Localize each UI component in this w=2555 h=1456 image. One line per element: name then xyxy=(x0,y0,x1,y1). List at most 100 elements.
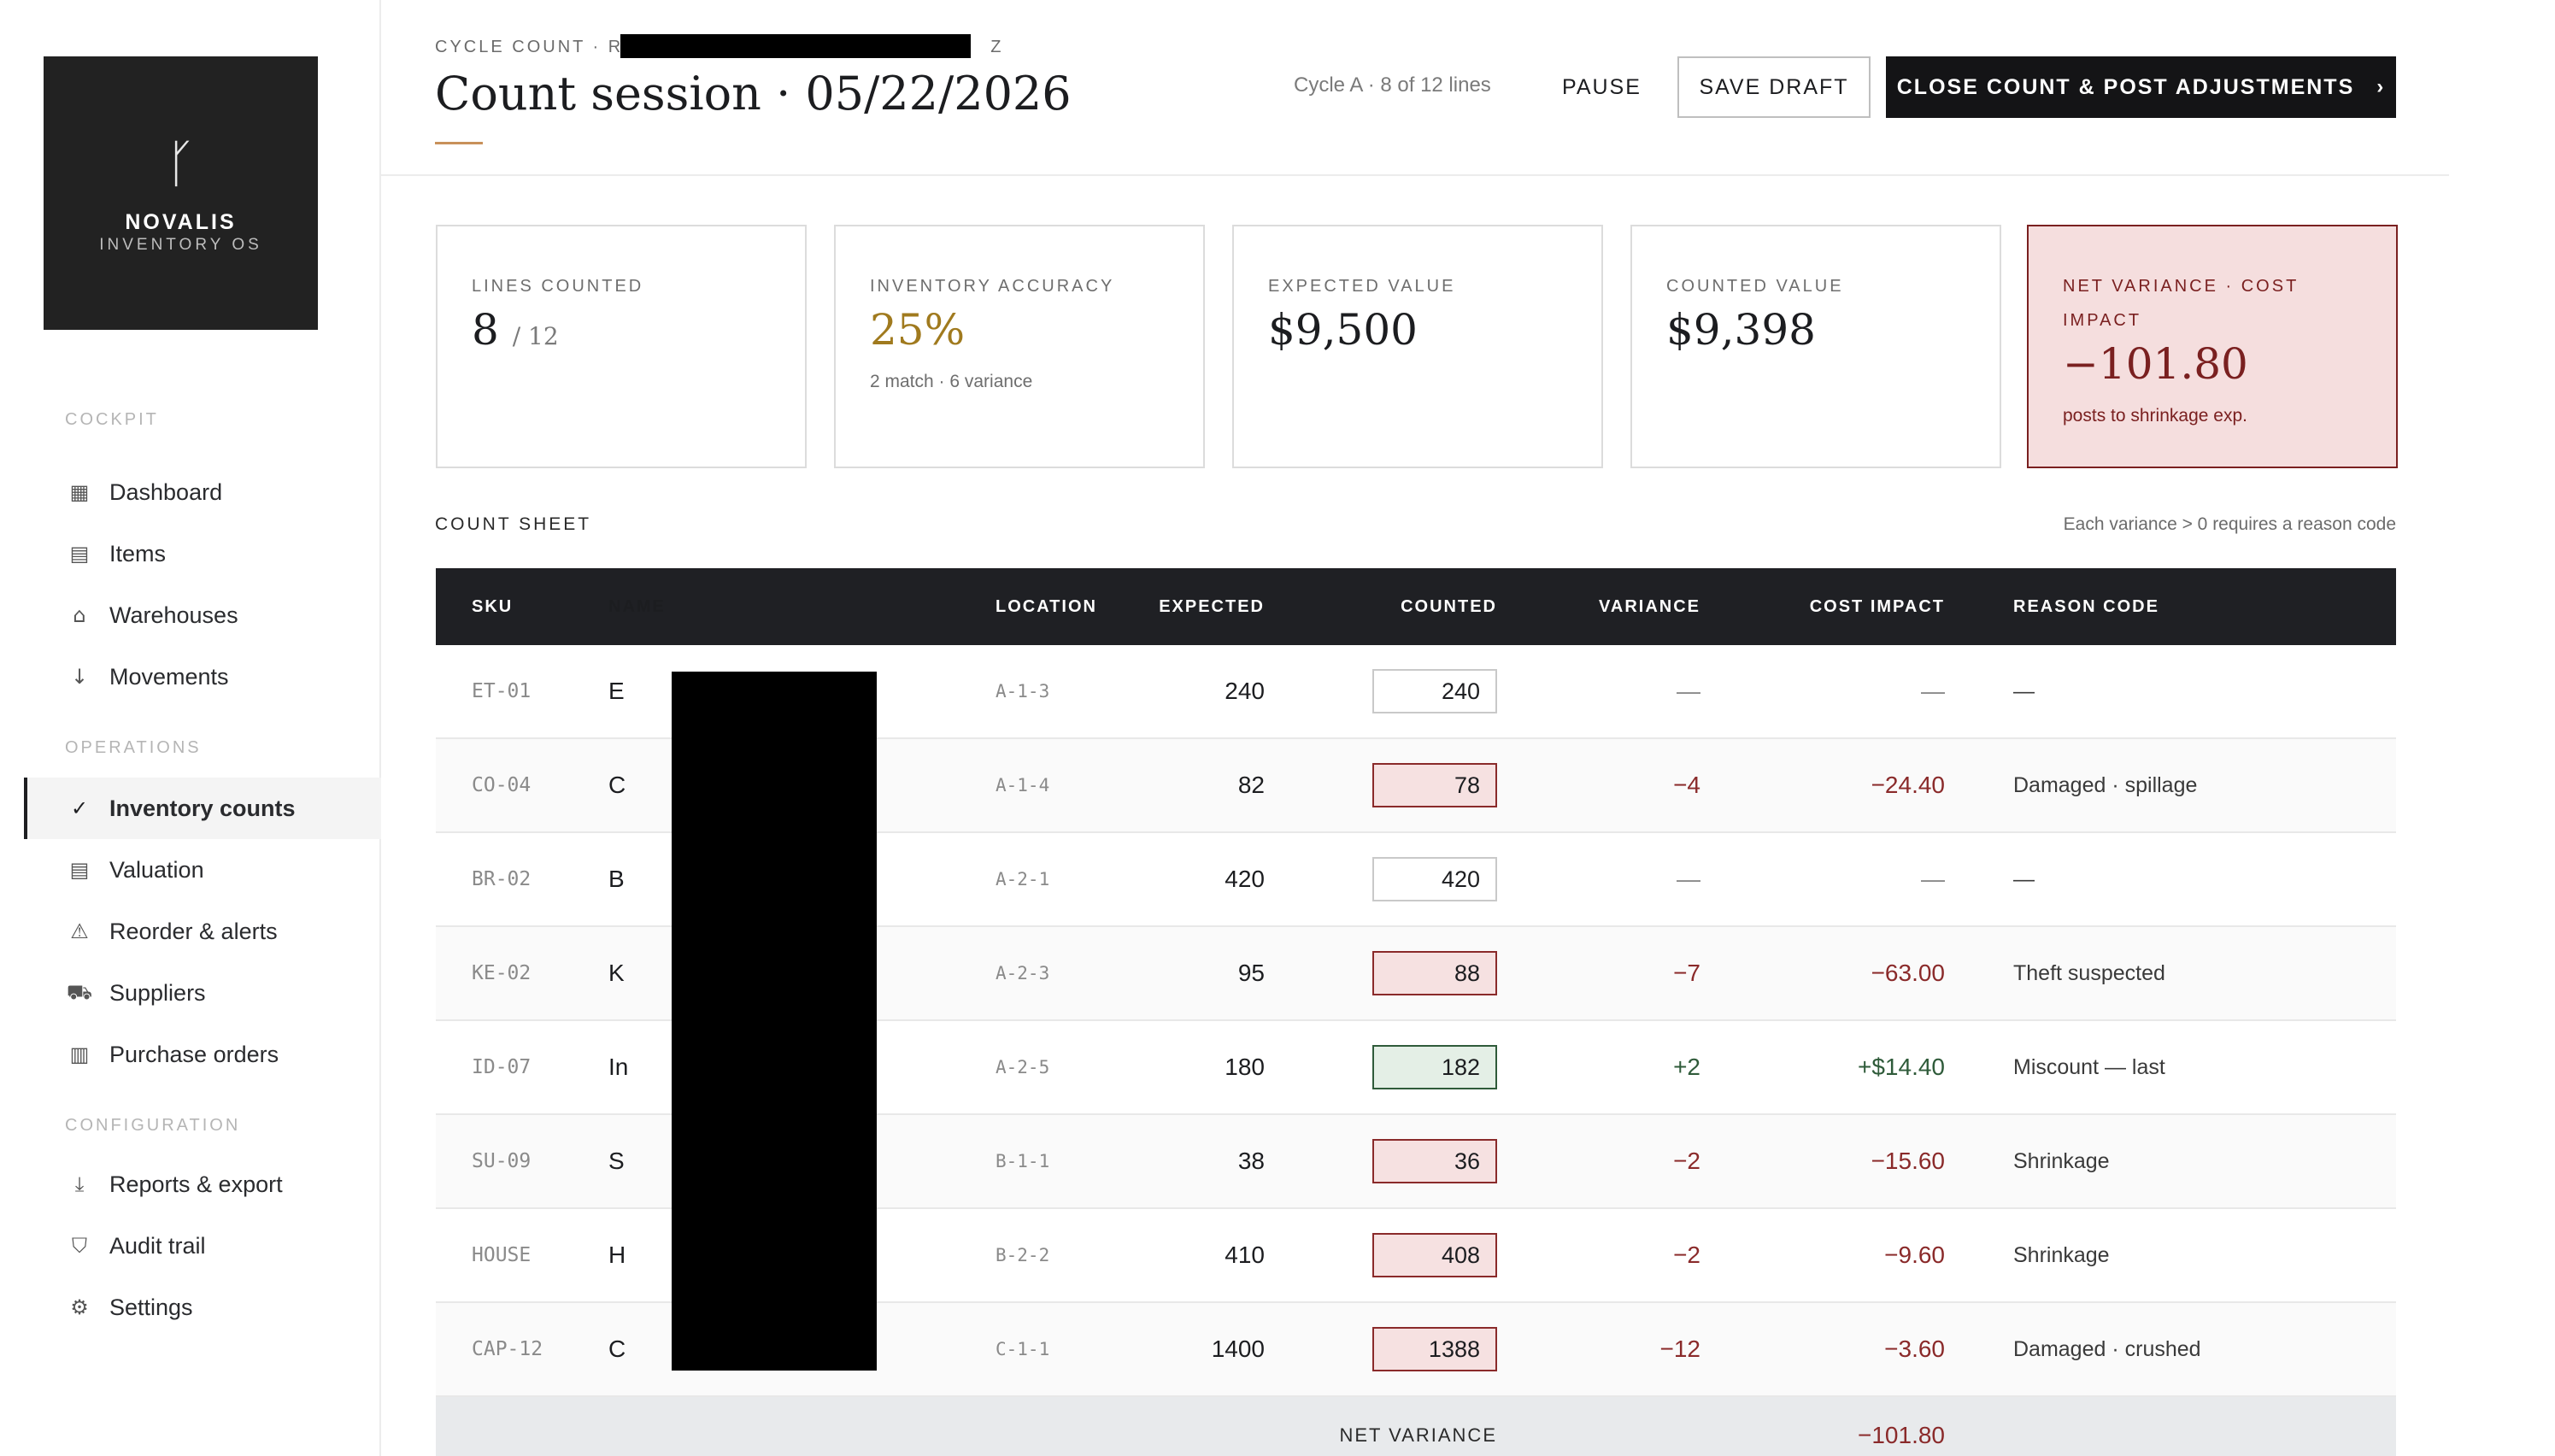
location-cell: B-2-2 xyxy=(996,1245,1050,1265)
column-header-cost-impact[interactable]: COST IMPACT xyxy=(1700,597,1945,617)
reason-code-cell[interactable]: — xyxy=(1945,867,2035,892)
cost-impact-cell: +$14.40 xyxy=(1858,1054,1945,1080)
counted-cell: 78 xyxy=(1265,763,1497,807)
reason-code-cell[interactable]: Damaged · crushed xyxy=(1945,1337,2201,1362)
column-header-counted[interactable]: COUNTED xyxy=(1265,597,1497,617)
reason-code-cell[interactable]: Shrinkage xyxy=(1945,1149,2110,1174)
save-draft-button[interactable]: SAVE DRAFT xyxy=(1677,56,1871,118)
expected-cell: 180 xyxy=(1225,1054,1265,1080)
kpi-label: COUNTED VALUE xyxy=(1666,277,1844,296)
sidebar-item-movements[interactable]: ↓ Movements xyxy=(24,646,381,707)
header-divider xyxy=(381,174,2449,176)
expected-cell: 95 xyxy=(1237,960,1265,986)
sidebar-item-label: Dashboard xyxy=(109,478,223,505)
variance-cell: — xyxy=(1677,866,1700,892)
sidebar-item-reports-export[interactable]: ⤓ Reports & export xyxy=(24,1154,381,1215)
sku-cell: CO-04 xyxy=(472,774,532,796)
column-header-expected[interactable]: EXPECTED xyxy=(1138,597,1265,617)
cost-impact-cell: −24.40 xyxy=(1871,772,1945,798)
sidebar-item-label: Settings xyxy=(109,1294,193,1320)
sidebar-item-reorder-alerts[interactable]: ⚠ Reorder & alerts xyxy=(24,901,381,962)
truck-icon: ⛟ xyxy=(66,979,93,1004)
cost-impact-cell: −63.00 xyxy=(1871,960,1945,986)
name-start: E xyxy=(608,678,625,704)
reason-code-cell[interactable]: Shrinkage xyxy=(1945,1243,2110,1268)
name-start: C xyxy=(608,772,626,798)
cost-impact-cell: −3.60 xyxy=(1884,1336,1945,1362)
sidebar-item-settings[interactable]: ⚙ Settings xyxy=(24,1277,381,1338)
page-title: Count session · 05/22/2026 xyxy=(435,67,1072,120)
brand-subtitle: INVENTORY OS xyxy=(99,236,262,254)
cost-impact-cell: — xyxy=(1921,866,1945,892)
kpi-value: $9,398 xyxy=(1666,305,1816,355)
sidebar-item-dashboard[interactable]: ▦ Dashboard xyxy=(24,461,381,523)
sidebar: ᚴ NOVALIS INVENTORY OS COCKPIT ▦ Dashboar… xyxy=(0,0,381,1456)
kpi-value: $9,500 xyxy=(1268,305,1418,355)
sidebar-item-label: Inventory counts xyxy=(109,795,296,821)
sidebar-item-audit-trail[interactable]: ⛉ Audit trail xyxy=(24,1215,381,1277)
counted-input[interactable]: 408 xyxy=(1372,1233,1497,1277)
variance-cell: −2 xyxy=(1673,1148,1700,1174)
pause-button[interactable]: PAUSE xyxy=(1545,56,1659,118)
counted-input[interactable]: 88 xyxy=(1372,951,1497,995)
kpi-label: EXPECTED VALUE xyxy=(1268,277,1456,296)
expected-cell: 82 xyxy=(1237,772,1265,798)
warehouse-icon: ⌂ xyxy=(73,603,86,627)
counted-input[interactable]: 78 xyxy=(1372,763,1497,807)
kpi-value: 8 / 12 xyxy=(472,305,559,355)
column-header-name[interactable]: NAME xyxy=(608,597,996,617)
table-footer: NET VARIANCE −101.80 xyxy=(436,1397,2396,1456)
counted-input[interactable]: 1388 xyxy=(1372,1327,1497,1371)
counted-input[interactable]: 240 xyxy=(1372,669,1497,713)
sidebar-item-label: Suppliers xyxy=(109,979,206,1006)
variance-cell: −7 xyxy=(1673,960,1700,986)
sidebar-item-items[interactable]: ▤ Items xyxy=(24,523,381,584)
expected-cell: 38 xyxy=(1237,1148,1265,1174)
sidebar-item-inventory-counts[interactable]: ✓ Inventory counts xyxy=(24,778,381,839)
counted-input[interactable]: 420 xyxy=(1372,857,1497,901)
sidebar-item-valuation[interactable]: ▤ Valuation xyxy=(24,839,381,901)
counted-input[interactable]: 182 xyxy=(1372,1045,1497,1089)
sidebar-item-label: Items xyxy=(109,540,167,567)
variance-cell: — xyxy=(1677,678,1700,704)
shield-icon: ⛉ xyxy=(72,1234,87,1258)
location-cell: A-1-3 xyxy=(996,681,1050,702)
expected-cell: 1400 xyxy=(1211,1336,1265,1362)
variance-cell: −4 xyxy=(1673,772,1700,798)
cycle-progress-text: Cycle A · 8 of 12 lines xyxy=(1294,73,1491,97)
brand-logo[interactable]: ᚴ NOVALIS INVENTORY OS xyxy=(44,56,318,330)
sidebar-item-label: Movements xyxy=(109,663,229,690)
variance-cell: −2 xyxy=(1673,1242,1700,1268)
sidebar-item-warehouses[interactable]: ⌂ Warehouses xyxy=(24,584,381,646)
cost-impact-cell: — xyxy=(1921,678,1945,704)
kpi-label: LINES COUNTED xyxy=(472,277,644,296)
column-header-sku[interactable]: SKU xyxy=(436,597,608,617)
nav-section-operations: OPERATIONS xyxy=(65,738,202,757)
name-start: K xyxy=(608,960,625,986)
cost-impact-cell: −15.60 xyxy=(1871,1148,1945,1174)
sidebar-item-suppliers[interactable]: ⛟ Suppliers xyxy=(24,962,381,1024)
kpi-value: −101.80 xyxy=(2063,339,2248,389)
kpi-label: INVENTORY ACCURACY xyxy=(870,277,1115,296)
reason-code-cell[interactable]: Damaged · spillage xyxy=(1945,773,2197,798)
close-count-button[interactable]: CLOSE COUNT & POST ADJUSTMENTS › xyxy=(1886,56,2396,118)
column-header-variance[interactable]: VARIANCE xyxy=(1497,597,1700,617)
download-icon: ⤓ xyxy=(74,1172,85,1196)
counted-cell: 88 xyxy=(1265,951,1497,995)
sidebar-item-purchase-orders[interactable]: ▥ Purchase orders xyxy=(24,1024,381,1085)
check-icon: ✓ xyxy=(70,796,89,820)
counted-input[interactable]: 36 xyxy=(1372,1139,1497,1183)
column-header-reason-code[interactable]: REASON CODE xyxy=(1945,597,2159,617)
brand-name: NOVALIS xyxy=(125,210,237,234)
reason-code-cell[interactable]: — xyxy=(1945,679,2035,704)
chevron-right-icon: › xyxy=(2376,75,2386,98)
reason-code-cell[interactable]: Theft suspected xyxy=(1945,961,2165,986)
sidebar-item-label: Valuation xyxy=(109,856,204,883)
reason-code-cell[interactable]: Miscount — last xyxy=(1945,1055,2165,1080)
kpi-net-variance: NET VARIANCE · COST IMPACT −101.80 posts… xyxy=(2027,225,2398,468)
sidebar-item-label: Warehouses xyxy=(109,602,238,628)
counted-cell: 408 xyxy=(1265,1233,1497,1277)
net-variance-label: NET VARIANCE xyxy=(1339,1424,1497,1446)
sidebar-item-label: Reorder & alerts xyxy=(109,918,278,944)
kpi-subtext: posts to shrinkage exp. xyxy=(2063,406,2247,426)
